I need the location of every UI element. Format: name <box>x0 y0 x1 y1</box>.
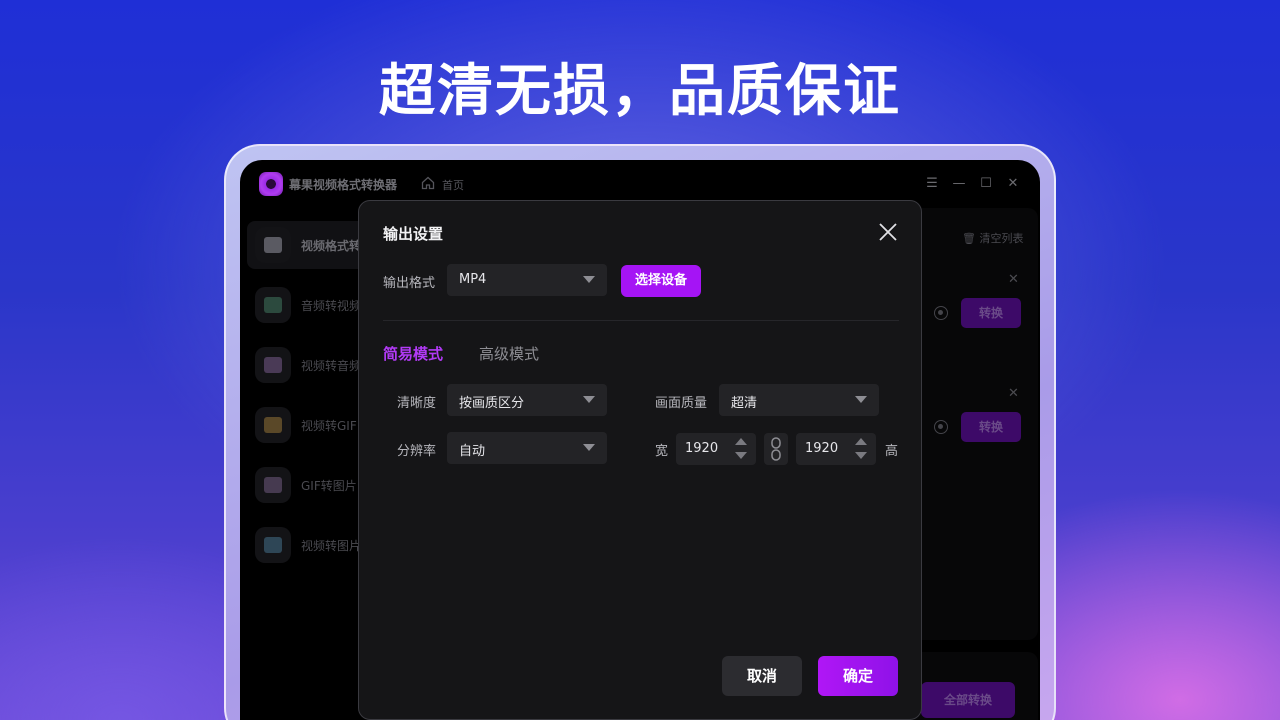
app-logo-icon <box>259 172 283 196</box>
resolution-label: 分辨率 <box>397 444 437 459</box>
menu-icon[interactable]: ☰ <box>924 176 940 192</box>
video-to-gif-icon <box>255 407 291 443</box>
chevron-down-icon <box>583 444 595 451</box>
width-value: 1920 <box>685 441 719 456</box>
sidebar-item-label: 视频转图片 <box>301 539 362 553</box>
output-settings-dialog: 输出设置 输出格式 MP4 选择设备 简易模式 高级模式 清晰度 按画质区分 画… <box>358 200 922 720</box>
video-to-image-icon <box>255 527 291 563</box>
chevron-down-icon <box>583 396 595 403</box>
quality-label: 画面质量 <box>655 396 708 411</box>
quality-value: 超清 <box>731 396 758 411</box>
sidebar-item-gif-to-image[interactable]: GIF转图片 <box>247 461 371 509</box>
increment-icon[interactable] <box>855 438 867 445</box>
remove-item-icon[interactable]: ✕ <box>1008 272 1019 287</box>
maximize-icon[interactable]: ☐ <box>978 176 994 192</box>
minimize-icon[interactable]: — <box>951 176 967 192</box>
quality-select[interactable]: 超清 <box>719 384 879 416</box>
format-value: MP4 <box>459 272 487 287</box>
width-label: 宽 <box>655 444 669 459</box>
format-label: 输出格式 <box>383 276 436 291</box>
video-convert-icon <box>255 227 291 263</box>
trash-icon: 🗑 <box>962 232 976 245</box>
confirm-button[interactable]: 确定 <box>818 656 898 696</box>
increment-icon[interactable] <box>735 438 747 445</box>
sidebar-item-video-to-image[interactable]: 视频转图片 <box>247 521 371 569</box>
sidebar-item-video-to-gif[interactable]: 视频转GIF <box>247 401 371 449</box>
convert-button[interactable]: 转换 <box>961 412 1021 442</box>
width-input[interactable]: 1920 <box>676 433 756 465</box>
decrement-icon[interactable] <box>855 452 867 459</box>
tab-simple-mode[interactable]: 简易模式 <box>383 343 443 364</box>
sidebar-item-video-to-audio[interactable]: 视频转音频 <box>247 341 371 389</box>
convert-button[interactable]: 转换 <box>961 298 1021 328</box>
promo-headline: 超清无损，品质保证 <box>379 59 901 124</box>
clarity-label: 清晰度 <box>397 396 437 411</box>
link-icon <box>771 437 781 461</box>
sidebar-item-label: 音频转视频 <box>301 299 362 313</box>
remove-item-icon[interactable]: ✕ <box>1008 386 1019 401</box>
sidebar-item-label: 视频转GIF <box>301 419 357 433</box>
clarity-select[interactable]: 按画质区分 <box>447 384 607 416</box>
select-device-button[interactable]: 选择设备 <box>621 265 701 297</box>
height-input[interactable]: 1920 <box>796 433 876 465</box>
decrement-icon[interactable] <box>735 452 747 459</box>
close-icon[interactable]: ✕ <box>1005 176 1021 192</box>
aspect-lock-button[interactable] <box>764 433 788 465</box>
chevron-down-icon <box>583 276 595 283</box>
sidebar-item-video-format[interactable]: 视频格式转 <box>247 221 371 269</box>
sidebar-item-label: GIF转图片 <box>301 479 357 493</box>
resolution-value: 自动 <box>459 444 486 459</box>
clarity-value: 按画质区分 <box>459 396 525 411</box>
cancel-button[interactable]: 取消 <box>722 656 802 696</box>
tab-advanced-mode[interactable]: 高级模式 <box>479 343 539 364</box>
resolution-select[interactable]: 自动 <box>447 432 607 464</box>
home-link[interactable]: 首页 <box>442 177 464 193</box>
home-icon[interactable] <box>421 176 435 190</box>
clear-list-label: 清空列表 <box>979 232 1024 245</box>
gif-to-image-icon <box>255 467 291 503</box>
app-title: 幕果视频格式转换器 <box>289 178 398 192</box>
height-value: 1920 <box>805 441 839 456</box>
divider <box>383 320 899 321</box>
preview-icon[interactable] <box>934 420 948 434</box>
chevron-down-icon <box>855 396 867 403</box>
convert-all-button[interactable]: 全部转换 <box>921 682 1015 718</box>
height-label: 高 <box>885 444 899 459</box>
dialog-title: 输出设置 <box>383 225 444 243</box>
sidebar-item-label: 视频格式转 <box>301 239 362 253</box>
sidebar-item-label: 视频转音频 <box>301 359 362 373</box>
format-select[interactable]: MP4 <box>447 264 607 296</box>
close-icon[interactable] <box>877 221 899 243</box>
video-to-audio-icon <box>255 347 291 383</box>
clear-list-button[interactable]: 🗑 清空列表 <box>962 230 1023 246</box>
sidebar-item-audio-to-video[interactable]: 音频转视频 <box>247 281 371 329</box>
audio-to-video-icon <box>255 287 291 323</box>
preview-icon[interactable] <box>934 306 948 320</box>
